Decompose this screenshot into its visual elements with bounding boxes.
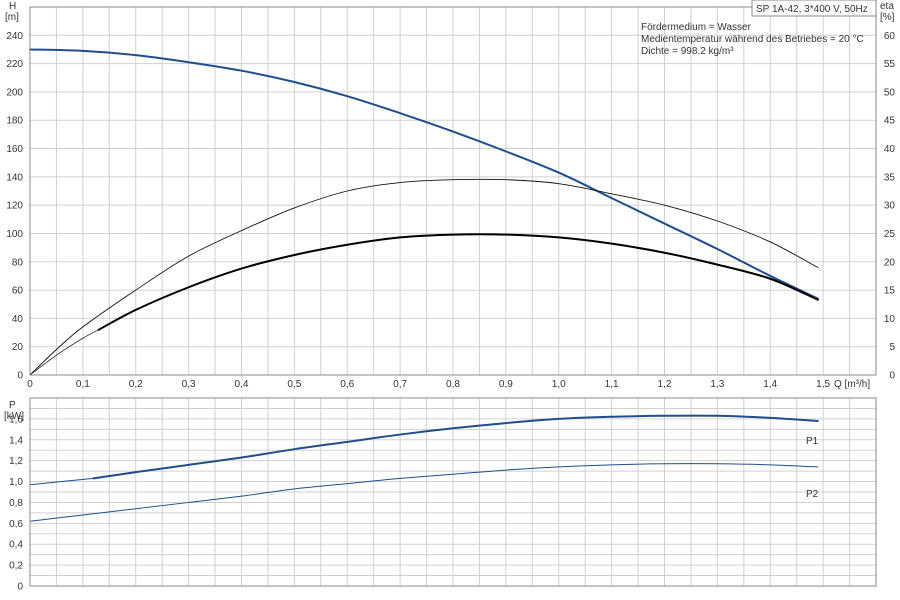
x-tick-label: 1,3 (710, 379, 724, 390)
pump-curve-chart: 0 0,1 0,2 0,3 0,4 0,5 0,6 0,7 0,8 0,9 1,0 1,1 1,2 1,3… (0, 0, 900, 600)
power-tick-label: 1,0 (9, 477, 23, 488)
note-density: Dichte = 998.2 kg/m³ (641, 46, 734, 57)
x-tick-label: 0 (27, 379, 33, 390)
power-axis-unit: [kW] (4, 411, 24, 422)
y-left-tick-label: 40 (12, 314, 24, 325)
power-tick-label: 0,6 (9, 519, 23, 530)
x-tick-label: 1,1 (605, 379, 619, 390)
y-right-tick-label: 20 (884, 257, 896, 268)
y-right-tick-label: 55 (884, 59, 896, 70)
y-right-tick-label: 25 (884, 229, 896, 240)
power-axis-name: P (9, 400, 16, 411)
y-left-tick-label: 180 (6, 116, 23, 127)
y-right-tick-label: 40 (884, 144, 896, 155)
x-tick-label: 1,5 (816, 379, 830, 390)
y-left-tick-label: 240 (6, 31, 23, 42)
y-left-tick-label: 120 (6, 201, 23, 212)
left-axis-unit: [m] (5, 12, 19, 23)
right-axis-unit: [%] (880, 12, 895, 23)
y-left-tick-label: 60 (12, 286, 24, 297)
power-tick-label: 1,2 (9, 456, 23, 467)
note-medium: Fördermedium = Wasser (641, 22, 752, 33)
chart-background (0, 0, 900, 600)
y-right-tick-label: 35 (884, 172, 896, 183)
y-left-tick-label: 100 (6, 229, 23, 240)
note-temperature: Medientemperatur während des Betriebes =… (641, 34, 864, 45)
y-left-tick-label: 220 (6, 59, 23, 70)
left-axis-name: H (9, 1, 16, 12)
power-tick-labels: 00,20,40,60,81,01,21,41,6 (9, 414, 23, 592)
y-left-tick-label: 0 (17, 371, 23, 382)
y-left-tick-label: 80 (12, 257, 24, 268)
right-axis-name: eta (880, 1, 894, 12)
power-tick-label: 0,4 (9, 540, 23, 551)
y-right-tick-label: 45 (884, 116, 896, 127)
x-tick-label: 0,8 (446, 379, 460, 390)
x-tick-label: 0,5 (287, 379, 301, 390)
y-left-tick-label: 160 (6, 144, 23, 155)
power-tick-label: 1,4 (9, 435, 23, 446)
y-right-tick-label: 5 (889, 342, 895, 353)
y-right-tick-label: 10 (884, 314, 896, 325)
x-tick-label: 0,7 (393, 379, 407, 390)
y-right-tick-label: 30 (884, 201, 896, 212)
y-left-tick-label: 140 (6, 172, 23, 183)
chart-title: SP 1A-42, 3*400 V, 50Hz (756, 4, 868, 15)
y-right-tick-label: 50 (884, 87, 896, 98)
y-left-tick-label: 200 (6, 87, 23, 98)
x-tick-label: 1,2 (658, 379, 672, 390)
power-tick-label: 0,2 (9, 561, 23, 572)
x-tick-label: 0,9 (499, 379, 513, 390)
x-tick-label: 0,2 (129, 379, 143, 390)
x-tick-label: 1,4 (763, 379, 777, 390)
power-tick-label: 0,8 (9, 498, 23, 509)
series-label-p2: P2 (806, 489, 819, 500)
x-tick-label: 0,4 (235, 379, 249, 390)
x-tick-label: 1,0 (552, 379, 566, 390)
y-left-tick-label: 20 (12, 342, 24, 353)
power-tick-label: 0 (17, 582, 23, 593)
y-right-tick-label: 60 (884, 31, 896, 42)
x-tick-label: 0,6 (340, 379, 354, 390)
x-axis-label: Q [m³/h] (834, 379, 870, 390)
series-label-p1: P1 (806, 436, 819, 447)
x-tick-label: 0,1 (76, 379, 90, 390)
y-right-tick-label: 15 (884, 286, 896, 297)
x-tick-label: 0,3 (182, 379, 196, 390)
y-right-tick-label: 0 (889, 371, 895, 382)
